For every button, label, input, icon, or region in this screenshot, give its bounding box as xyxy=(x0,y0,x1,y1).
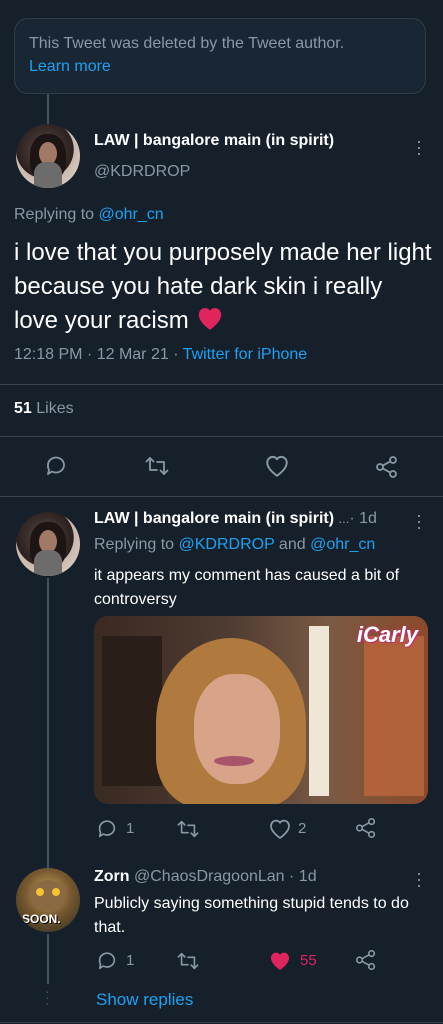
share-icon[interactable] xyxy=(374,454,400,480)
reply-media-image[interactable]: iCarly xyxy=(94,616,428,804)
share-icon[interactable] xyxy=(354,948,378,972)
thread-connector xyxy=(47,94,49,124)
deleted-tweet-notice: This Tweet was deleted by the Tweet auth… xyxy=(14,18,426,94)
replying-to-label: Replying to xyxy=(94,536,175,553)
divider xyxy=(0,496,443,497)
show-replies-link[interactable]: Show replies xyxy=(96,990,193,1010)
tweet-text-block: i love that you purposely made her light… xyxy=(14,236,432,341)
avatar-caption: SOON. xyxy=(22,912,61,926)
replying-to-handle[interactable]: @ohr_cn xyxy=(310,536,375,553)
learn-more-link[interactable]: Learn more xyxy=(29,55,411,79)
share-icon[interactable] xyxy=(354,816,378,840)
ellipsis: ... xyxy=(338,511,350,526)
image-watermark: iCarly xyxy=(356,622,418,647)
reply-header: LAW | bangalore main (in spirit) ...· 1d xyxy=(94,510,377,528)
retweet-icon[interactable] xyxy=(176,950,200,972)
deleted-notice-text: This Tweet was deleted by the Tweet auth… xyxy=(29,35,345,52)
reply-icon[interactable] xyxy=(44,454,68,478)
reply-text: Publicly saying something stupid tends t… xyxy=(94,895,409,936)
tweet-age: · 1d xyxy=(349,510,377,527)
reply-count: 1 xyxy=(126,952,135,969)
reply-header: Zorn @ChaosDragoonLan · 1d xyxy=(94,868,317,886)
more-icon[interactable]: · · · xyxy=(414,132,424,162)
more-icon[interactable]: · · · xyxy=(414,506,424,536)
thread-dots: · · · xyxy=(45,983,50,1011)
replying-to-line: Replying to @KDRDROP and @ohr_cn xyxy=(94,536,375,554)
divider xyxy=(0,436,443,437)
replying-to-label: Replying to xyxy=(14,206,95,223)
likes-label: Likes xyxy=(36,400,74,417)
liked-icon[interactable] xyxy=(268,950,292,972)
avatar[interactable]: SOON. xyxy=(16,868,80,932)
thread-connector xyxy=(47,578,49,868)
tweet-meta: 12:18 PM · 12 Mar 21 · Twitter for iPhon… xyxy=(14,346,307,364)
display-name[interactable]: LAW | bangalore main (in spirit) xyxy=(94,132,334,150)
replying-to-line: Replying to @ohr_cn xyxy=(14,206,164,224)
like-count: 55 xyxy=(300,952,317,969)
tweet-source[interactable]: Twitter for iPhone xyxy=(183,346,308,363)
replying-to-handle[interactable]: @KDRDROP xyxy=(179,536,275,553)
likes-count: 51 xyxy=(14,400,32,417)
like-icon[interactable] xyxy=(264,454,290,478)
reply-icon[interactable] xyxy=(96,950,118,972)
avatar[interactable] xyxy=(16,512,80,576)
tweet-age: · 1d xyxy=(289,868,317,885)
replying-to-handle[interactable]: @ohr_cn xyxy=(99,206,164,223)
avatar[interactable] xyxy=(16,124,80,188)
retweet-icon[interactable] xyxy=(176,818,200,840)
handle[interactable]: @KDRDROP xyxy=(94,163,190,181)
reply-icon[interactable] xyxy=(96,818,118,840)
more-icon[interactable]: · · · xyxy=(414,864,424,894)
reply-text: it appears my comment has caused a bit o… xyxy=(94,567,400,608)
display-name[interactable]: LAW | bangalore main (in spirit) xyxy=(94,510,334,527)
display-name[interactable]: Zorn xyxy=(94,868,130,885)
divider xyxy=(0,384,443,385)
handle[interactable]: @ChaosDragoonLan xyxy=(134,868,285,885)
thread-connector xyxy=(47,934,49,984)
likes-stat[interactable]: 51 Likes xyxy=(14,400,74,418)
divider xyxy=(0,1022,443,1023)
reply-count: 1 xyxy=(126,820,135,837)
timestamp: 12:18 PM · 12 Mar 21 · xyxy=(14,346,179,363)
replying-to-and: and xyxy=(278,536,306,553)
like-icon[interactable] xyxy=(268,818,292,840)
heart-emoji xyxy=(195,305,225,341)
retweet-icon[interactable] xyxy=(144,454,170,478)
like-count: 2 xyxy=(298,820,307,837)
